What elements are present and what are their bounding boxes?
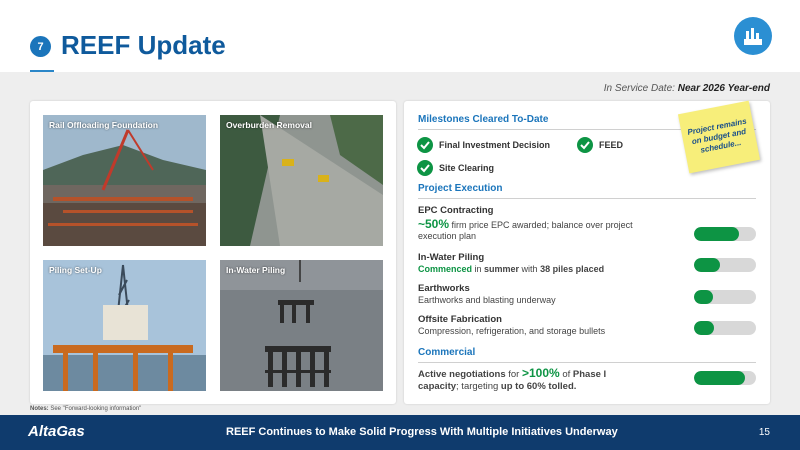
milestone-site-clearing: Site Clearing (439, 163, 495, 173)
check-icon (417, 160, 433, 176)
commercial-text: Active negotiations for >100% of Phase I… (418, 366, 607, 392)
milestone-fid: Final Investment Decision (439, 140, 551, 150)
project-execution-heading: Project Execution (418, 183, 503, 194)
in-service-date: In Service Date: Near 2026 Year-end (603, 83, 770, 94)
divider (418, 362, 756, 363)
epc-text: ~50% firm price EPC awarded; balance ove… (418, 217, 633, 241)
photo-in-water-piling: In-Water Piling (220, 260, 383, 391)
fabrication-title: Offsite Fabrication (418, 314, 502, 325)
page-title: REEF Update (61, 30, 226, 60)
epc-title: EPC Contracting (418, 205, 494, 216)
facility-icon (734, 17, 772, 55)
earthworks-title: Earthworks (418, 283, 470, 294)
earthworks-progress-bar (694, 290, 756, 304)
photo-overburden-removal: Overburden Removal (220, 115, 383, 246)
fabrication-progress-bar (694, 321, 756, 335)
check-icon (577, 137, 593, 153)
footer-bar: AltaGas REEF Continues to Make Solid Pro… (0, 415, 800, 450)
page-number: 15 (758, 427, 770, 438)
photo-rail-offloading: Rail Offloading Foundation (43, 115, 206, 246)
divider (418, 198, 756, 199)
milestone-feed: FEED (599, 140, 624, 150)
photo-panel: Rail Offloading Foundation Overburden Re… (30, 101, 396, 404)
milestones-heading: Milestones Cleared To-Date (418, 114, 549, 125)
footer-tagline: REEF Continues to Make Solid Progress Wi… (226, 426, 618, 438)
commercial-progress-bar (694, 371, 756, 385)
piling-text: Commenced in summer with 38 piles placed (418, 264, 605, 274)
piling-title: In-Water Piling (418, 252, 485, 263)
altagas-logo: AltaGas (28, 423, 85, 440)
photo-piling-setup: Piling Set-Up (43, 260, 206, 391)
fabrication-text: Compression, refrigeration, and storage … (418, 326, 606, 336)
piling-progress-bar (694, 258, 756, 272)
slide-number-badge: 7 (30, 36, 51, 57)
earthworks-text: Earthworks and blasting underway (418, 295, 556, 305)
check-icon (417, 137, 433, 153)
footnote: Notes: See "Forward-looking information" (30, 406, 142, 412)
epc-progress-bar (694, 227, 756, 241)
commercial-heading: Commercial (418, 347, 476, 358)
